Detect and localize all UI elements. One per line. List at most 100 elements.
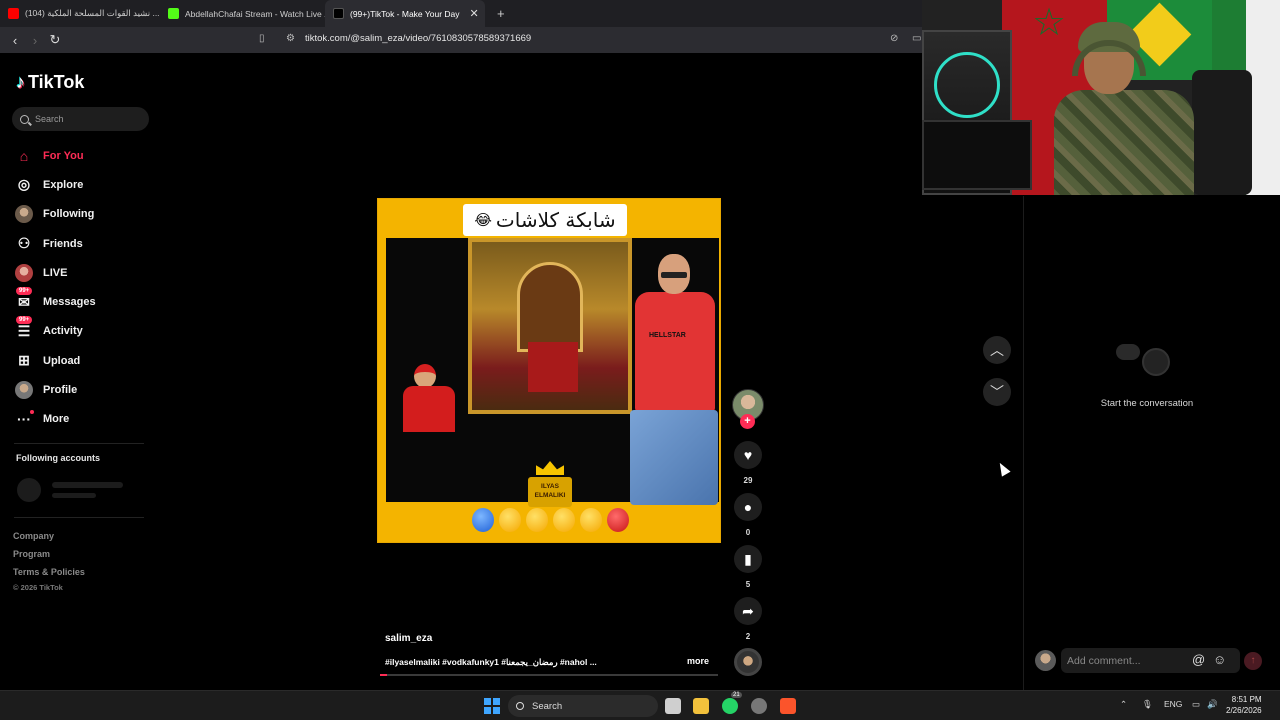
footer-link-company[interactable]: Company: [13, 531, 54, 541]
sidebar-item-profile[interactable]: Profile: [14, 375, 96, 404]
search-input[interactable]: [35, 114, 135, 124]
volume-icon[interactable]: 🔊: [1207, 699, 1218, 710]
sidebar-item-label: LIVE: [43, 266, 68, 279]
forward-icon[interactable]: ›: [25, 33, 45, 48]
reload-icon[interactable]: ↻: [45, 32, 65, 48]
sidebar-item-friends[interactable]: ⚇ Friends: [14, 229, 96, 258]
previous-video-button[interactable]: ︿: [983, 336, 1011, 364]
reaction-emoji-row: [472, 508, 634, 532]
more-glyph: ···: [17, 411, 31, 428]
bookmark-icon[interactable]: ▯: [259, 33, 265, 44]
caption-more-button[interactable]: more: [687, 656, 709, 666]
shields-icon[interactable]: ⊘: [890, 33, 898, 44]
cast-icon[interactable]: ▭: [912, 33, 921, 44]
copyright: © 2026 TikTok: [13, 583, 63, 592]
person-red-tracksuit-image: [398, 364, 458, 432]
emoji-icon[interactable]: ☺: [1213, 652, 1226, 667]
browser-tab-strip: (104) نشيد القوات المسلحة الملكية ... Ab…: [0, 0, 922, 27]
next-video-button[interactable]: ﹀: [983, 378, 1011, 406]
sidebar-item-for-you[interactable]: ⌂ For You: [14, 141, 96, 170]
sidebar-item-following[interactable]: Following: [14, 200, 96, 229]
following-avatar-icon: [14, 204, 34, 224]
sidebar-item-label: Friends: [43, 237, 83, 250]
wow-emoji-icon: [526, 508, 548, 532]
gaming-chair-image: [1192, 70, 1252, 195]
sidebar-item-label: Activity: [43, 325, 83, 338]
video-progress-bar[interactable]: [380, 674, 718, 676]
sidebar-item-live[interactable]: LIVE: [14, 258, 96, 287]
comment-icon: ●: [743, 499, 753, 515]
comment-button[interactable]: ●: [734, 493, 762, 521]
follow-plus-icon[interactable]: +: [740, 414, 755, 429]
sidebar-item-label: For You: [43, 149, 84, 162]
thumbs-up-emoji-icon: [472, 508, 494, 532]
like-count: 29: [743, 476, 753, 485]
browser-tab[interactable]: (104) نشيد القوات المسلحة الملكية ...: [0, 0, 160, 27]
chevron-up-icon: ︿: [990, 342, 1004, 358]
sidebar-item-explore[interactable]: ◎ Explore: [14, 170, 96, 199]
mention-icon[interactable]: @: [1192, 652, 1205, 667]
sidebar-item-label: Profile: [43, 384, 78, 397]
task-view-icon[interactable]: [665, 698, 681, 714]
watermark-text: ILYAS ELMALIKI: [528, 477, 572, 507]
youtube-favicon-icon: [8, 8, 19, 19]
comment-input-box[interactable]: @ ☺: [1061, 648, 1240, 673]
chevron-down-icon: ﹀: [990, 384, 1004, 400]
tray-overflow-icon[interactable]: ⌃: [1120, 699, 1127, 710]
kick-favicon-icon: [168, 8, 179, 19]
bookmark-icon: ▮: [744, 550, 752, 567]
video-overlay-text: شابكة كلاشات: [495, 208, 616, 232]
close-tab-icon[interactable]: ✕: [470, 7, 479, 20]
grin-emoji-icon: [499, 508, 521, 532]
search-box[interactable]: [12, 107, 149, 131]
upload-icon: ⊞: [18, 352, 30, 369]
microphone-icon[interactable]: 🎙: [1142, 699, 1153, 710]
sidebar-item-more[interactable]: ··· More: [14, 405, 96, 434]
taskbar-search-label: Search: [532, 700, 563, 712]
windows-taskbar: Search 21 ⌃ 🎙 ENG ▭ 🔊 8:51 PM 2/26/2026: [0, 690, 1280, 720]
mouse-cursor-icon: [995, 460, 1011, 477]
language-indicator[interactable]: ENG: [1164, 699, 1182, 709]
tiktok-logo[interactable]: ♪ TikTok: [16, 72, 84, 93]
comment-input[interactable]: [1067, 654, 1187, 667]
sidebar-item-activity[interactable]: ☰ 99+ Activity: [14, 316, 96, 346]
user-avatar: [1035, 650, 1056, 671]
angry-emoji-icon: [607, 508, 629, 532]
address-bar[interactable]: tiktok.com/@salim_eza/video/761083057858…: [305, 33, 531, 44]
sidebar-item-messages[interactable]: ✉ 99+ Messages: [14, 287, 96, 316]
video-author[interactable]: salim_eza: [385, 633, 432, 644]
site-info-icon[interactable]: ⚙: [286, 33, 295, 44]
search-icon: [20, 114, 29, 124]
video-caption: #ilyaselmaliki #vodkafunky1 #رمضان_يجمعن…: [385, 657, 597, 667]
taskbar-search[interactable]: Search: [508, 695, 658, 717]
browser-tab[interactable]: AbdellahChafai Stream - Watch Live ...: [160, 0, 325, 27]
clock-date: 2/26/2026: [1226, 706, 1262, 715]
sidebar-item-label: Following: [43, 208, 95, 221]
like-button[interactable]: ♥: [734, 441, 762, 469]
post-comment-button[interactable]: ↑: [1244, 652, 1262, 670]
sidebar-item-label: Upload: [43, 354, 81, 367]
windows-start-icon[interactable]: [484, 698, 500, 714]
search-icon: [516, 702, 524, 710]
crown-watermark-logo: ILYAS ELMALIKI: [528, 461, 572, 509]
sidebar-item-upload[interactable]: ⊞ Upload: [14, 346, 96, 375]
save-button[interactable]: ▮: [734, 545, 762, 573]
more-dot-badge: [30, 410, 34, 415]
browser-tab-active[interactable]: (99+)TikTok - Make Your Day ✕: [325, 0, 485, 27]
network-icon[interactable]: ▭: [1192, 699, 1200, 710]
share-button[interactable]: ➦: [734, 597, 762, 625]
steam-icon[interactable]: [751, 698, 767, 714]
music-disc-avatar[interactable]: [734, 648, 762, 676]
back-icon[interactable]: ‹: [5, 33, 25, 48]
brave-browser-icon[interactable]: [780, 698, 796, 714]
tab-title: AbdellahChafai Stream - Watch Live ...: [185, 8, 325, 19]
heart-icon: ♥: [743, 447, 753, 463]
whatsapp-icon[interactable]: 21: [722, 692, 742, 714]
video-player[interactable]: 😂 شابكة كلاشات ILYAS ELMALIKI: [377, 198, 721, 543]
friends-icon: ⚇: [17, 235, 31, 252]
clock[interactable]: 8:51 PM 2/26/2026: [1226, 694, 1262, 716]
footer-link-terms[interactable]: Terms & Policies: [13, 567, 85, 577]
new-tab-button[interactable]: +: [497, 6, 505, 21]
footer-link-program[interactable]: Program: [13, 549, 50, 559]
file-explorer-icon[interactable]: [693, 698, 709, 714]
